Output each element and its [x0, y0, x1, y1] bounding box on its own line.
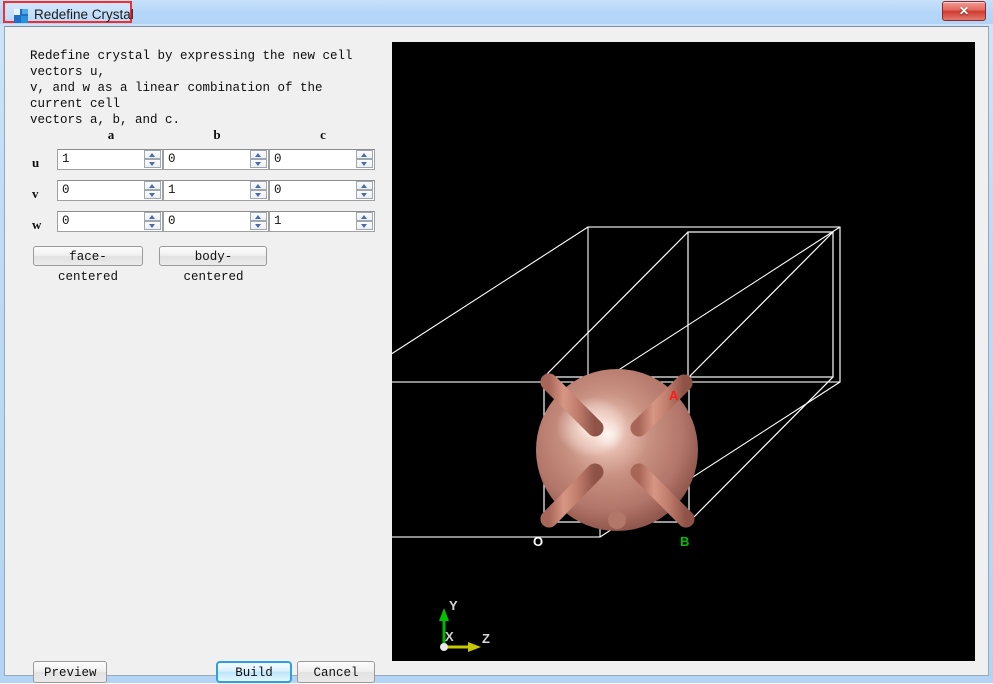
chevron-down-icon: [149, 162, 155, 166]
spinner-u-a-down[interactable]: [144, 159, 161, 168]
spinner-u-b-value: 0: [168, 152, 176, 166]
row-label-w: w: [32, 217, 42, 232]
spinner-w-a-up[interactable]: [144, 212, 161, 221]
body-centered-button[interactable]: body-centered: [159, 246, 268, 284]
row-label-u: u: [32, 155, 40, 170]
spinner-w-c[interactable]: 1: [269, 211, 375, 232]
spinner-w-b[interactable]: 0: [163, 211, 269, 232]
spinner-w-b-value: 0: [168, 214, 176, 228]
settings-panel: Redefine crystal by expressing the new c…: [5, 27, 391, 683]
chevron-down-icon: [255, 193, 261, 197]
spinner-w-b-up[interactable]: [250, 212, 267, 221]
crystal-3d-viewport[interactable]: O A B Y Z X: [392, 42, 975, 661]
row-label-v: v: [32, 186, 39, 201]
chevron-up-icon: [255, 215, 261, 219]
label-origin: O: [533, 534, 543, 549]
spinner-v-a-value: 0: [62, 183, 70, 197]
crystal-structure-render: O A B Y Z X: [392, 226, 841, 652]
spinner-v-b-value: 1: [168, 183, 176, 197]
chevron-up-icon: [361, 153, 367, 157]
window-title: Redefine Crystal: [34, 7, 134, 22]
label-b-axis: B: [680, 534, 689, 549]
spinner-v-b-down[interactable]: [250, 190, 267, 199]
label-a-axis: A: [669, 388, 679, 403]
chevron-down-icon: [361, 224, 367, 228]
column-header-a: a: [107, 127, 115, 142]
edge-atom: [608, 511, 626, 529]
spinner-w-a-value: 0: [62, 214, 70, 228]
centering-buttons: face-centered body-centered: [33, 246, 268, 284]
axis-label-x: X: [445, 629, 454, 644]
spinner-u-a-value: 1: [62, 152, 70, 166]
spinner-v-c-value: 0: [274, 183, 282, 197]
chevron-down-icon: [361, 193, 367, 197]
cell-vector-matrix: a b c u 1 0 0 v 0 1 0 w 0 0 1: [29, 127, 375, 237]
spinner-v-b-up[interactable]: [250, 181, 267, 190]
spinner-w-b-down[interactable]: [250, 221, 267, 230]
spinner-v-c-up[interactable]: [356, 181, 373, 190]
chevron-up-icon: [149, 153, 155, 157]
close-icon: ✕: [958, 4, 970, 18]
spinner-u-a[interactable]: 1: [57, 149, 163, 170]
column-header-c: c: [320, 127, 326, 142]
chevron-down-icon: [255, 162, 261, 166]
chevron-up-icon: [149, 215, 155, 219]
matrix-row-v: v 0 1 0: [29, 180, 375, 206]
matrix-row-w: w 0 0 1: [29, 211, 375, 237]
chevron-up-icon: [255, 153, 261, 157]
face-centered-button[interactable]: face-centered: [33, 246, 143, 284]
axis-label-z: Z: [482, 631, 490, 646]
spinner-u-c[interactable]: 0: [269, 149, 375, 170]
spinner-w-a-down[interactable]: [144, 221, 161, 230]
spinner-w-a[interactable]: 0: [57, 211, 163, 232]
spinner-w-c-down[interactable]: [356, 221, 373, 230]
axis-orientation-gizmo: Y Z X: [439, 598, 490, 652]
spinner-w-c-value: 1: [274, 214, 282, 228]
spinner-v-a-up[interactable]: [144, 181, 161, 190]
dialog-client-area: Redefine crystal by expressing the new c…: [4, 26, 989, 683]
dialog-window: Redefine Crystal ✕ Redefine crystal by e…: [0, 0, 993, 683]
spinner-u-b[interactable]: 0: [163, 149, 269, 170]
spinner-v-c-down[interactable]: [356, 190, 373, 199]
title-highlight-box: Redefine Crystal: [3, 1, 134, 23]
spinner-u-c-up[interactable]: [356, 150, 373, 159]
chevron-down-icon: [149, 193, 155, 197]
chevron-down-icon: [149, 224, 155, 228]
chevron-up-icon: [255, 184, 261, 188]
chevron-up-icon: [149, 184, 155, 188]
close-button[interactable]: ✕: [942, 1, 986, 21]
app-logo-icon: [14, 9, 28, 23]
chevron-up-icon: [361, 184, 367, 188]
spinner-w-c-up[interactable]: [356, 212, 373, 221]
spinner-v-b[interactable]: 1: [163, 180, 269, 201]
build-button[interactable]: Build: [216, 661, 292, 683]
matrix-column-headers: a b c: [29, 127, 374, 145]
title-bar: Redefine Crystal ✕: [0, 0, 993, 24]
chevron-down-icon: [361, 162, 367, 166]
description-text: Redefine crystal by expressing the new c…: [30, 49, 353, 127]
spinner-u-c-down[interactable]: [356, 159, 373, 168]
spinner-u-b-up[interactable]: [250, 150, 267, 159]
spinner-v-c[interactable]: 0: [269, 180, 375, 201]
chevron-up-icon: [361, 215, 367, 219]
cancel-button[interactable]: Cancel: [297, 661, 375, 683]
axis-label-y: Y: [449, 598, 458, 613]
spinner-u-c-value: 0: [274, 152, 282, 166]
matrix-row-u: u 1 0 0: [29, 149, 375, 175]
spinner-v-a-down[interactable]: [144, 190, 161, 199]
chevron-down-icon: [255, 224, 261, 228]
spinner-u-b-down[interactable]: [250, 159, 267, 168]
spinner-u-a-up[interactable]: [144, 150, 161, 159]
column-header-b: b: [213, 127, 221, 142]
preview-button[interactable]: Preview: [33, 661, 107, 683]
spinner-v-a[interactable]: 0: [57, 180, 163, 201]
